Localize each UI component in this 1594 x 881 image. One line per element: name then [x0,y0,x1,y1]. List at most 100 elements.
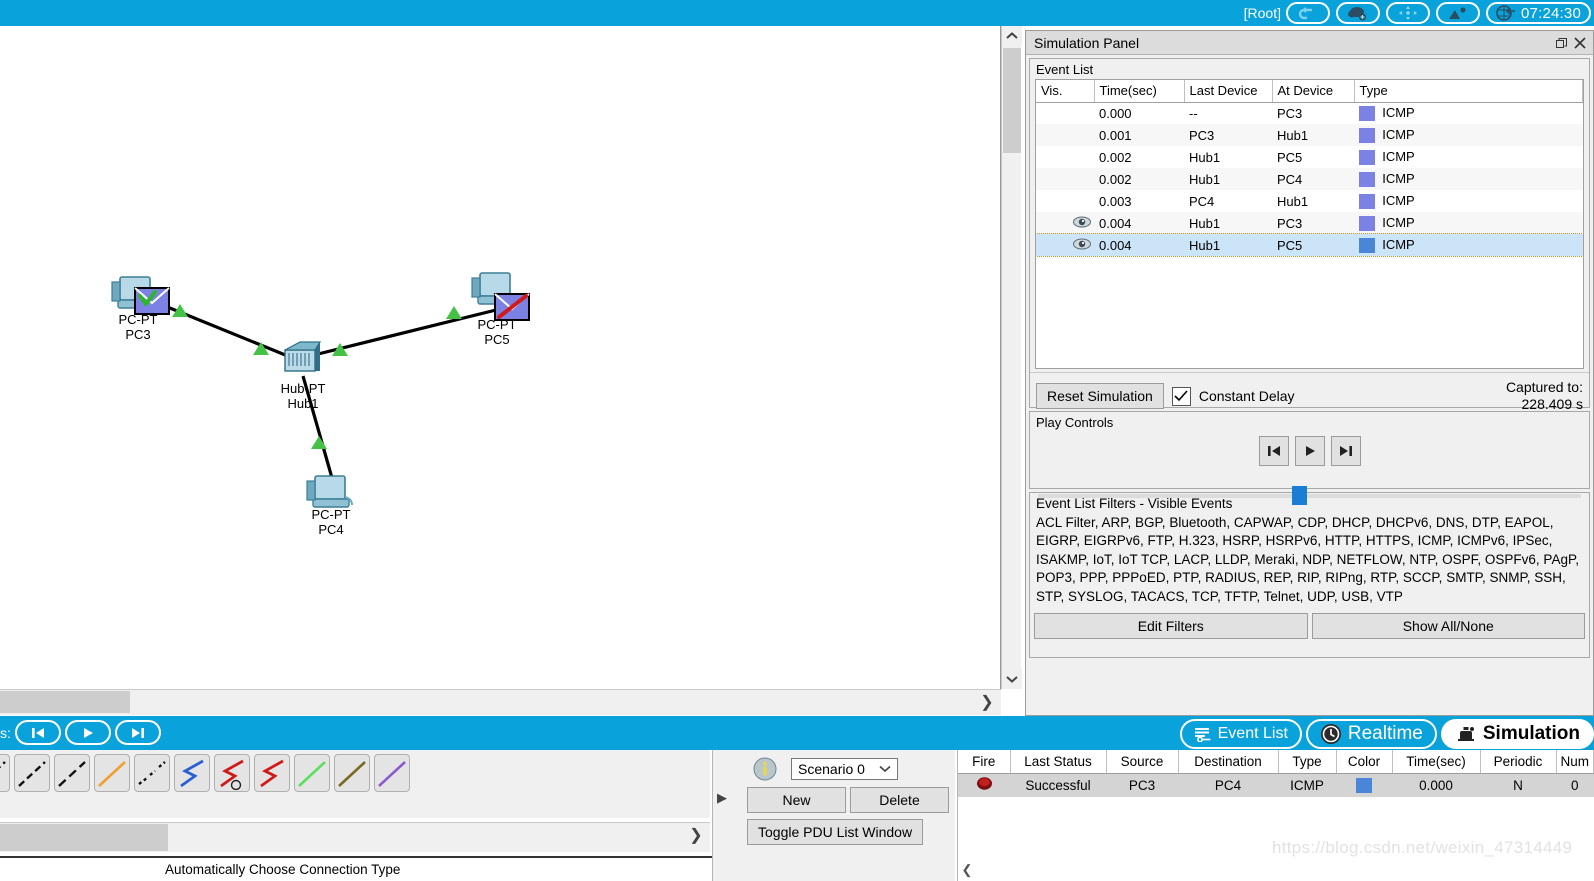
close-icon[interactable] [1571,34,1589,52]
event-list-row[interactable]: 0.000 -- PC3 ICMP [1036,102,1583,124]
connection-usb-icon[interactable] [334,754,370,792]
event-col-at-device[interactable]: At Device [1272,80,1355,103]
play-icon[interactable] [64,720,111,745]
speed-slider-thumb[interactable] [1292,486,1307,505]
mode-bar-left-controls: s: [0,720,161,745]
scroll-up-icon[interactable] [1002,26,1022,46]
scroll-thumb-horizontal[interactable] [0,691,130,713]
event-cell-at-device: PC4 [1272,168,1354,190]
event-col-type[interactable]: Type [1354,80,1583,103]
simulation-panel-titlebar: Simulation Panel [1026,31,1593,55]
pdu-scroll-left-icon[interactable]: ❮ [958,859,976,881]
restore-icon[interactable] [1553,34,1571,52]
connection-serial-dce-icon[interactable] [214,754,250,792]
pdu-cell-source: PC3 [1106,773,1178,797]
back-to-start-icon[interactable] [14,720,61,745]
topology-canvas[interactable] [0,26,1001,689]
pdu-col-last-status[interactable]: Last Status [1010,750,1107,774]
speed-slider-track[interactable] [1038,494,1581,498]
toggle-pdu-list-window-button[interactable]: Toggle PDU List Window [747,819,924,845]
pdu-list-pane: Fire Last Status Source Destination Type Colo… [957,750,1594,881]
pdu-col-destination[interactable]: Destination [1178,750,1279,774]
connection-ieee-icon[interactable] [374,754,410,792]
device-bar-scrollbar[interactable]: ❯ [0,822,710,852]
event-list-icon [1194,727,1211,742]
workspace-horizontal-scrollbar[interactable]: ❯ [0,689,1001,715]
tab-simulation[interactable]: Simulation [1440,719,1594,749]
undo-icon[interactable] [1286,2,1330,24]
connection-phone-icon[interactable] [134,754,170,792]
pdu-col-fire[interactable]: Fire [958,750,1011,774]
event-list-table-wrap[interactable]: Vis. Time(sec) Last Device At Device Typ… [1035,79,1584,369]
play-icon[interactable] [1294,436,1325,466]
type-color-swatch [1359,194,1375,210]
workspace-vertical-scrollbar[interactable] [1001,26,1022,689]
event-list-row[interactable]: 0.002 Hub1 PC5 ICMP [1036,146,1583,168]
new-scenario-button[interactable]: New [747,787,846,813]
connection-copper-crossover-icon[interactable] [54,754,90,792]
scenario-select[interactable]: Scenario 0 [791,758,898,780]
connection-console-cable-icon[interactable] [0,754,10,792]
pdu-col-periodic[interactable]: Periodic [1480,750,1557,774]
event-list-row[interactable]: 0.003 PC4 Hub1 ICMP [1036,190,1583,212]
event-col-last-device[interactable]: Last Device [1184,80,1273,103]
tab-event-list[interactable]: Event List [1179,719,1302,749]
type-color-swatch [1359,238,1375,254]
event-list-label: Event List [1036,62,1094,77]
move-icon[interactable] [1386,2,1430,24]
pdu-col-time-sec-[interactable]: Time(sec) [1392,750,1481,774]
constant-delay-checkbox[interactable] [1171,386,1191,406]
info-icon[interactable] [753,757,777,781]
reset-simulation-button[interactable]: Reset Simulation [1036,383,1164,409]
forward-to-end-icon[interactable] [114,720,161,745]
pdu-col-type[interactable]: Type [1278,750,1337,774]
event-cell-last-device: Hub1 [1189,149,1221,165]
scroll-down-icon[interactable] [1002,669,1022,689]
forward-to-end-icon[interactable] [1330,436,1361,466]
scroll-right-icon[interactable]: ❯ [977,692,997,712]
event-list-row[interactable]: 0.001 PC3 Hub1 ICMP [1036,124,1583,146]
pdu-row[interactable]: Successful PC3 PC4 ICMP 0.000 N 0 [958,773,1594,797]
pdu-col-color[interactable]: Color [1336,750,1393,774]
device-scroll-right-icon[interactable]: ❯ [686,825,706,845]
event-col-time[interactable]: Time(sec) [1094,80,1185,103]
time-display: 07:24:30 [1486,2,1591,24]
network-workspace[interactable]: PC-PT PC3 PC-PT PC5 Hub-PT Hub1 PC-PT PC… [0,26,1001,689]
event-list-row[interactable]: 0.002 Hub1 PC4 ICMP [1036,168,1583,190]
event-cell-vis [1036,124,1094,146]
connection-copper-straight-icon[interactable] [14,754,50,792]
connection-serial-dte-icon[interactable] [254,754,290,792]
image-icon[interactable] [1436,2,1480,24]
visibility-eye-icon[interactable] [1072,216,1092,231]
scroll-thumb-vertical[interactable] [1003,48,1021,153]
back-to-start-icon[interactable] [1258,436,1289,466]
tab-realtime-label: Realtime [1347,723,1423,744]
event-cell-last-device: Hub1 [1184,234,1272,256]
visibility-eye-icon[interactable] [1072,238,1092,253]
play-controls-body [1030,432,1589,508]
event-cell-vis [1036,190,1094,212]
scenario-expand-icon[interactable]: ▶ [717,790,727,806]
event-filters-list: ACL Filter, ARP, BGP, Bluetooth, CAPWAP,… [1036,514,1579,604]
edit-filters-button[interactable]: Edit Filters [1034,613,1308,639]
event-list-row[interactable]: 0.004 Hub1 PC5 ICMP [1036,233,1583,257]
cloud-add-icon[interactable] [1336,2,1380,24]
event-col-vis[interactable]: Vis. [1036,80,1095,103]
event-cell-last-device: PC3 [1184,124,1272,146]
pdu-cell-fire[interactable] [958,773,1010,797]
connection-coaxial-icon[interactable] [174,754,210,792]
connection-fiber-icon[interactable] [94,754,130,792]
scenario-pane: ▶ Scenario 0 New Delete Toggle PDU List … [712,750,955,881]
mode-bar: s: Event List Realtime Simulation [0,716,1594,750]
tab-realtime[interactable]: Realtime [1305,719,1437,749]
show-all-none-button[interactable]: Show All/None [1311,613,1585,639]
pdu-col-source[interactable]: Source [1106,750,1179,774]
clock-icon [1320,724,1341,744]
event-list-row[interactable]: 0.004 Hub1 PC3 ICMP [1036,212,1583,234]
play-controls-label: Play Controls [1036,415,1114,430]
pdu-col-num[interactable]: Num [1556,750,1594,774]
connection-octal-icon[interactable] [294,754,330,792]
event-cell-time: 0.004 [1094,234,1184,256]
delete-scenario-button[interactable]: Delete [850,787,949,813]
device-scroll-thumb[interactable] [0,824,168,851]
